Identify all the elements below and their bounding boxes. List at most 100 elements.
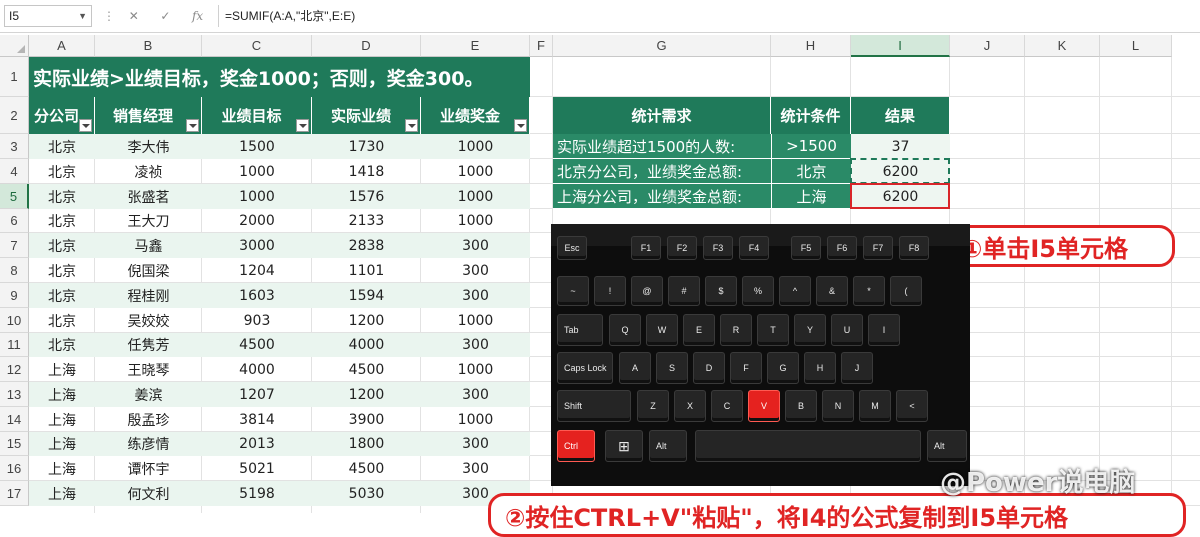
column-header-h[interactable]: H (771, 35, 851, 57)
row-header-9[interactable]: 9 (0, 283, 29, 308)
column-header-j[interactable]: J (950, 35, 1025, 57)
row-header-2[interactable]: 2 (0, 97, 29, 134)
column-header-b[interactable]: B (95, 35, 202, 57)
table-cell[interactable]: 北京 (29, 233, 95, 258)
row-header-4[interactable]: 4 (0, 159, 29, 184)
row-header-16[interactable]: 16 (0, 456, 29, 481)
chevron-down-icon[interactable]: ▼ (78, 6, 87, 26)
table-cell[interactable]: 谭怀宇 (95, 456, 202, 481)
table-cell[interactable]: 4500 (312, 357, 421, 382)
table-cell[interactable]: 5021 (202, 456, 312, 481)
table-cell[interactable]: 北京 (29, 258, 95, 283)
stats-condition[interactable]: >1500 (771, 134, 851, 159)
table-cell[interactable]: 凌祯 (95, 159, 202, 184)
table-cell[interactable]: 吴姣姣 (95, 308, 202, 333)
table-cell[interactable]: 1000 (202, 159, 312, 184)
column-header-a[interactable]: A (29, 35, 95, 57)
table-cell[interactable]: 1603 (202, 283, 312, 308)
select-all-corner[interactable] (0, 35, 29, 57)
table-cell[interactable]: 北京 (29, 134, 95, 159)
table-cell[interactable]: 王大刀 (95, 209, 202, 233)
stats-result[interactable]: 37 (851, 134, 950, 159)
table-cell[interactable]: 1000 (421, 308, 530, 333)
table-cell[interactable]: 1730 (312, 134, 421, 159)
column-header-l[interactable]: L (1100, 35, 1172, 57)
table-cell[interactable]: 4000 (312, 333, 421, 357)
table-cell[interactable]: 3000 (202, 233, 312, 258)
table-cell[interactable]: 李大伟 (95, 134, 202, 159)
table-cell[interactable]: 上海 (29, 382, 95, 407)
row-header-10[interactable]: 10 (0, 308, 29, 333)
row-header-6[interactable]: 6 (0, 209, 29, 233)
table-cell[interactable]: 北京 (29, 159, 95, 184)
table-cell[interactable]: 300 (421, 333, 530, 357)
filter-dropdown-icon[interactable] (405, 119, 418, 132)
column-header-e[interactable]: E (421, 35, 530, 57)
table-cell[interactable]: 1101 (312, 258, 421, 283)
table-cell[interactable]: 上海 (29, 407, 95, 432)
table-cell[interactable]: 1000 (421, 134, 530, 159)
name-box[interactable]: I5 ▼ (4, 5, 92, 27)
column-header-k[interactable]: K (1025, 35, 1100, 57)
table-cell[interactable]: 1418 (312, 159, 421, 184)
table-cell[interactable]: 300 (421, 382, 530, 407)
table-cell[interactable]: 北京 (29, 184, 95, 209)
filter-dropdown-icon[interactable] (514, 119, 527, 132)
table-cell[interactable]: 3900 (312, 407, 421, 432)
table-cell[interactable]: 上海 (29, 432, 95, 456)
table-cell[interactable]: 马鑫 (95, 233, 202, 258)
row-header-14[interactable]: 14 (0, 407, 29, 432)
row-header-5[interactable]: 5 (0, 184, 29, 209)
table-cell[interactable]: 1200 (312, 382, 421, 407)
table-cell[interactable]: 1000 (421, 184, 530, 209)
stats-condition[interactable]: 上海 (771, 184, 851, 209)
row-header-7[interactable]: 7 (0, 233, 29, 258)
table-cell[interactable]: 北京 (29, 209, 95, 233)
table-cell[interactable]: 上海 (29, 481, 95, 506)
table-cell[interactable]: 北京 (29, 283, 95, 308)
row-header-1[interactable]: 1 (0, 57, 29, 97)
row-header-13[interactable]: 13 (0, 382, 29, 407)
table-cell[interactable]: 上海 (29, 357, 95, 382)
table-cell[interactable]: 任隽芳 (95, 333, 202, 357)
table-cell[interactable]: 上海 (29, 456, 95, 481)
table-cell[interactable]: 300 (421, 283, 530, 308)
table-cell[interactable]: 1204 (202, 258, 312, 283)
stats-condition[interactable]: 北京 (771, 159, 851, 184)
row-header-15[interactable]: 15 (0, 432, 29, 456)
table-cell[interactable]: 1500 (202, 134, 312, 159)
table-cell[interactable]: 1000 (421, 407, 530, 432)
row-header-11[interactable]: 11 (0, 333, 29, 357)
table-cell[interactable]: 1000 (421, 209, 530, 233)
cancel-icon[interactable]: ✕ (129, 9, 139, 23)
table-cell[interactable]: 3814 (202, 407, 312, 432)
row-header-3[interactable]: 3 (0, 134, 29, 159)
table-cell[interactable]: 1000 (421, 159, 530, 184)
column-header-f[interactable]: F (530, 35, 553, 57)
table-cell[interactable]: 300 (421, 258, 530, 283)
table-cell[interactable]: 4500 (312, 456, 421, 481)
table-cell[interactable]: 2013 (202, 432, 312, 456)
filter-dropdown-icon[interactable] (79, 119, 92, 132)
table-cell[interactable]: 姜滨 (95, 382, 202, 407)
column-header-d[interactable]: D (312, 35, 421, 57)
table-cell[interactable]: 1000 (202, 184, 312, 209)
fx-icon[interactable]: fx (192, 9, 203, 23)
table-cell[interactable]: 2838 (312, 233, 421, 258)
formula-input[interactable]: =SUMIF(A:A,"北京",E:E) (218, 5, 1196, 27)
table-cell[interactable]: 300 (421, 456, 530, 481)
table-cell[interactable]: 北京 (29, 333, 95, 357)
table-cell[interactable]: 2000 (202, 209, 312, 233)
enter-icon[interactable]: ✓ (160, 9, 170, 23)
table-cell[interactable]: 1594 (312, 283, 421, 308)
table-cell[interactable]: 1207 (202, 382, 312, 407)
filter-dropdown-icon[interactable] (186, 119, 199, 132)
selected-cell-i5[interactable] (850, 183, 950, 209)
table-cell[interactable]: 4500 (202, 333, 312, 357)
column-header-c[interactable]: C (202, 35, 312, 57)
table-cell[interactable]: 5030 (312, 481, 421, 506)
row-header-8[interactable]: 8 (0, 258, 29, 283)
filter-dropdown-icon[interactable] (296, 119, 309, 132)
table-cell[interactable]: 2133 (312, 209, 421, 233)
table-cell[interactable]: 王晓琴 (95, 357, 202, 382)
